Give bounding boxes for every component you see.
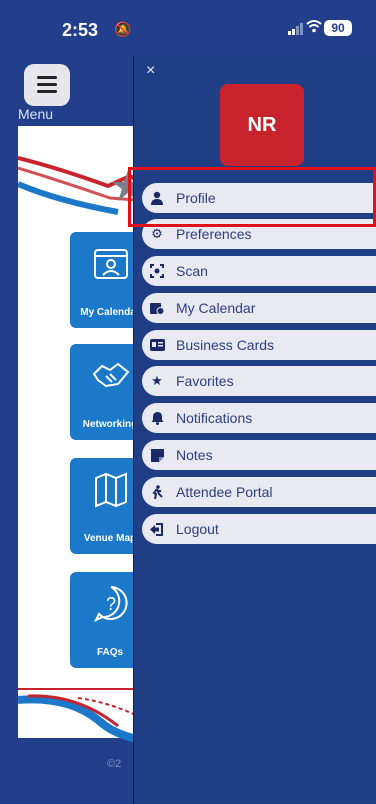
- scan-icon: [149, 263, 165, 279]
- svg-text:?: ?: [106, 594, 116, 614]
- logout-icon: [149, 521, 165, 537]
- star-icon: ★: [151, 373, 163, 388]
- drawer-item-scan[interactable]: Scan: [142, 256, 376, 286]
- footer-copyright: ©2: [107, 758, 122, 770]
- drawer-item-label: Scan: [176, 263, 208, 279]
- flag-banner-bottom: [18, 688, 148, 744]
- gear-icon: ⚙: [151, 226, 163, 241]
- menu-button[interactable]: [24, 64, 70, 106]
- close-icon[interactable]: ×: [146, 62, 155, 80]
- notes-icon: [149, 447, 165, 463]
- battery-indicator: 90: [324, 20, 352, 36]
- status-bar: 2:53 🔕 90: [0, 0, 376, 56]
- drawer-item-business-cards[interactable]: Business Cards: [142, 330, 376, 360]
- drawer-item-favorites[interactable]: ★ Favorites: [142, 366, 376, 396]
- id-card-icon: [149, 337, 165, 353]
- wifi-icon: [306, 19, 322, 37]
- side-drawer: × NR Profile ⚙ Preferences Scan My Calen…: [133, 56, 376, 804]
- avatar[interactable]: NR: [220, 84, 304, 166]
- home-content-panel: My Calendar Networking Venue Map ? FAQs: [18, 126, 150, 744]
- drawer-item-label: Notifications: [176, 410, 253, 426]
- map-icon: [95, 472, 127, 508]
- user-icon: [149, 190, 165, 206]
- calendar-user-icon: [94, 249, 128, 279]
- silent-bell-icon: 🔕: [114, 21, 132, 37]
- drawer-item-preferences[interactable]: ⚙ Preferences: [142, 219, 376, 249]
- flag-banner-top: [18, 156, 148, 215]
- drawer-item-label: Business Cards: [176, 337, 275, 353]
- menu-button-label: Menu: [18, 106, 54, 122]
- drawer-item-notifications[interactable]: Notifications: [142, 403, 376, 433]
- signal-icon: [288, 22, 304, 40]
- question-icon: ?: [93, 586, 128, 622]
- drawer-item-label: Favorites: [176, 373, 234, 389]
- drawer-item-label: My Calendar: [176, 300, 256, 316]
- drawer-item-attendee-portal[interactable]: Attendee Portal: [142, 477, 376, 507]
- drawer-item-profile[interactable]: Profile: [142, 183, 376, 213]
- drawer-item-label: Logout: [176, 521, 219, 537]
- drawer-item-logout[interactable]: Logout: [142, 514, 376, 544]
- drawer-item-label: Attendee Portal: [176, 484, 273, 500]
- drawer-item-label: Profile: [176, 190, 216, 206]
- drawer-item-label: Notes: [176, 447, 213, 463]
- drawer-item-my-calendar[interactable]: My Calendar: [142, 293, 376, 323]
- drawer-item-notes[interactable]: Notes: [142, 440, 376, 470]
- handshake-icon: [92, 362, 130, 388]
- drawer-item-label: Preferences: [176, 226, 252, 242]
- status-time: 2:53: [62, 20, 99, 40]
- bell-icon: [149, 410, 165, 426]
- person-walking-icon: [149, 484, 165, 500]
- calendar-clock-icon: [149, 300, 165, 316]
